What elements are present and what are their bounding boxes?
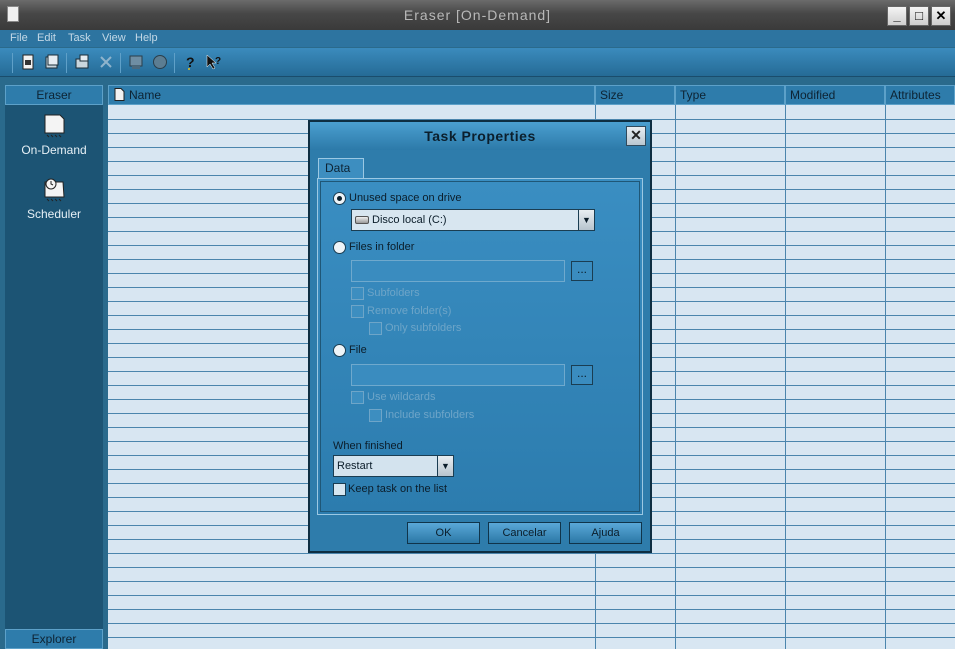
- subfolders-label: Subfolders: [367, 287, 420, 299]
- toolbar-separator: [120, 53, 121, 73]
- toolbar-separator: [174, 53, 175, 73]
- files-in-folder-label: Files in folder: [349, 241, 415, 253]
- column-header-type[interactable]: Type: [675, 85, 785, 105]
- context-help-icon[interactable]: ?: [206, 54, 222, 70]
- files-in-folder-radio[interactable]: [333, 241, 346, 254]
- column-header-modified[interactable]: Modified: [785, 85, 885, 105]
- dialog-title: Task Properties: [310, 122, 650, 150]
- svg-text:?: ?: [215, 56, 221, 67]
- maximize-button[interactable]: □: [909, 6, 929, 26]
- file-browse-button[interactable]: ...: [571, 365, 593, 385]
- drive-select[interactable]: Disco local (C:) ▼: [351, 209, 595, 231]
- delete-icon[interactable]: [98, 54, 114, 70]
- unused-space-radio[interactable]: [333, 192, 346, 205]
- window-title: Eraser [On-Demand]: [403, 7, 552, 23]
- remove-folders-label: Remove folder(s): [367, 305, 452, 317]
- when-finished-label: When finished: [333, 440, 403, 452]
- new-task-icon[interactable]: [20, 54, 36, 70]
- menu-view[interactable]: View: [102, 32, 126, 44]
- close-button[interactable]: ✕: [931, 6, 951, 26]
- menu-bar: File Edit Task View Help: [0, 30, 955, 47]
- nav-item-label: On-Demand: [21, 143, 87, 157]
- keep-task-label: Keep task on the list: [348, 483, 448, 495]
- grid-column-line: [885, 105, 886, 649]
- remove-folders-checkbox[interactable]: [351, 305, 364, 318]
- include-subfolders-label: Include subfolders: [385, 409, 475, 421]
- new-task-wizard-icon[interactable]: [44, 54, 60, 70]
- help-button[interactable]: Ajuda: [569, 522, 642, 544]
- chevron-down-icon[interactable]: ▼: [578, 210, 594, 230]
- only-subfolders-checkbox[interactable]: [369, 322, 382, 335]
- grid-row-line: [108, 609, 955, 610]
- grid-row-line: [108, 637, 955, 638]
- when-finished-select[interactable]: Restart ▼: [333, 455, 454, 477]
- grid-row-line: [108, 595, 955, 596]
- use-wildcards-checkbox[interactable]: [351, 391, 364, 404]
- file-label: File: [349, 344, 367, 356]
- help-icon[interactable]: ?: [182, 54, 198, 70]
- grid-column-line: [785, 105, 786, 649]
- cancel-button[interactable]: Cancelar: [488, 522, 561, 544]
- left-pane: Eraser On-Demand Scheduler Explorer: [5, 85, 103, 649]
- chevron-down-icon[interactable]: ▼: [437, 456, 453, 476]
- stop-icon[interactable]: [152, 54, 168, 70]
- data-tab-panel: Unused space on drive Disco local (C:) ▼…: [317, 178, 643, 515]
- nav-item-on-demand[interactable]: On-Demand: [5, 113, 103, 157]
- grid-row-line: [108, 553, 955, 554]
- dialog-close-button[interactable]: ✕: [626, 126, 646, 146]
- properties-icon[interactable]: [74, 54, 90, 70]
- folder-path-field[interactable]: [351, 260, 565, 282]
- ok-button[interactable]: OK: [407, 522, 480, 544]
- menu-file[interactable]: File: [10, 32, 28, 44]
- column-header-name[interactable]: Name: [108, 85, 595, 105]
- task-properties-dialog: Task Properties ✕ Data Unused space on d…: [308, 120, 652, 553]
- grid-row-line: [108, 623, 955, 624]
- keep-task-checkbox[interactable]: [333, 483, 346, 496]
- tab-data[interactable]: Data: [318, 158, 364, 179]
- unused-space-label: Unused space on drive: [349, 192, 462, 204]
- file-radio[interactable]: [333, 344, 346, 357]
- subfolders-checkbox[interactable]: [351, 287, 364, 300]
- explorer-button[interactable]: Explorer: [5, 629, 103, 649]
- file-path-field[interactable]: [351, 364, 565, 386]
- use-wildcards-label: Use wildcards: [367, 391, 436, 403]
- only-subfolders-label: Only subfolders: [385, 322, 462, 334]
- document-icon: [114, 88, 125, 101]
- scheduler-icon: [44, 178, 65, 202]
- menu-task[interactable]: Task: [68, 32, 91, 44]
- menu-help[interactable]: Help: [135, 32, 158, 44]
- on-demand-icon: [44, 114, 65, 138]
- nav-item-scheduler[interactable]: Scheduler: [5, 177, 103, 221]
- column-header-size[interactable]: Size: [595, 85, 675, 105]
- run-icon[interactable]: [128, 54, 144, 70]
- title-bar: Eraser [On-Demand] _ □ ✕: [0, 0, 955, 30]
- drive-icon: [355, 216, 369, 225]
- nav-item-label: Scheduler: [26, 207, 82, 221]
- minimize-button[interactable]: _: [887, 6, 907, 26]
- toolbar-separator: [12, 53, 13, 73]
- grid-column-line: [675, 105, 676, 649]
- include-subfolders-checkbox[interactable]: [369, 409, 382, 422]
- menu-edit[interactable]: Edit: [37, 32, 56, 44]
- toolbar-separator: [66, 53, 67, 73]
- toolbar: ? ?: [0, 48, 955, 77]
- grid-row-line: [108, 567, 955, 568]
- column-header-attributes[interactable]: Attributes: [885, 85, 955, 105]
- left-pane-header: Eraser: [5, 85, 103, 105]
- svg-text:?: ?: [186, 54, 195, 70]
- eraser-window: Eraser [On-Demand] _ □ ✕ File Edit Task …: [0, 0, 955, 649]
- folder-browse-button[interactable]: ...: [571, 261, 593, 281]
- grid-row-line: [108, 581, 955, 582]
